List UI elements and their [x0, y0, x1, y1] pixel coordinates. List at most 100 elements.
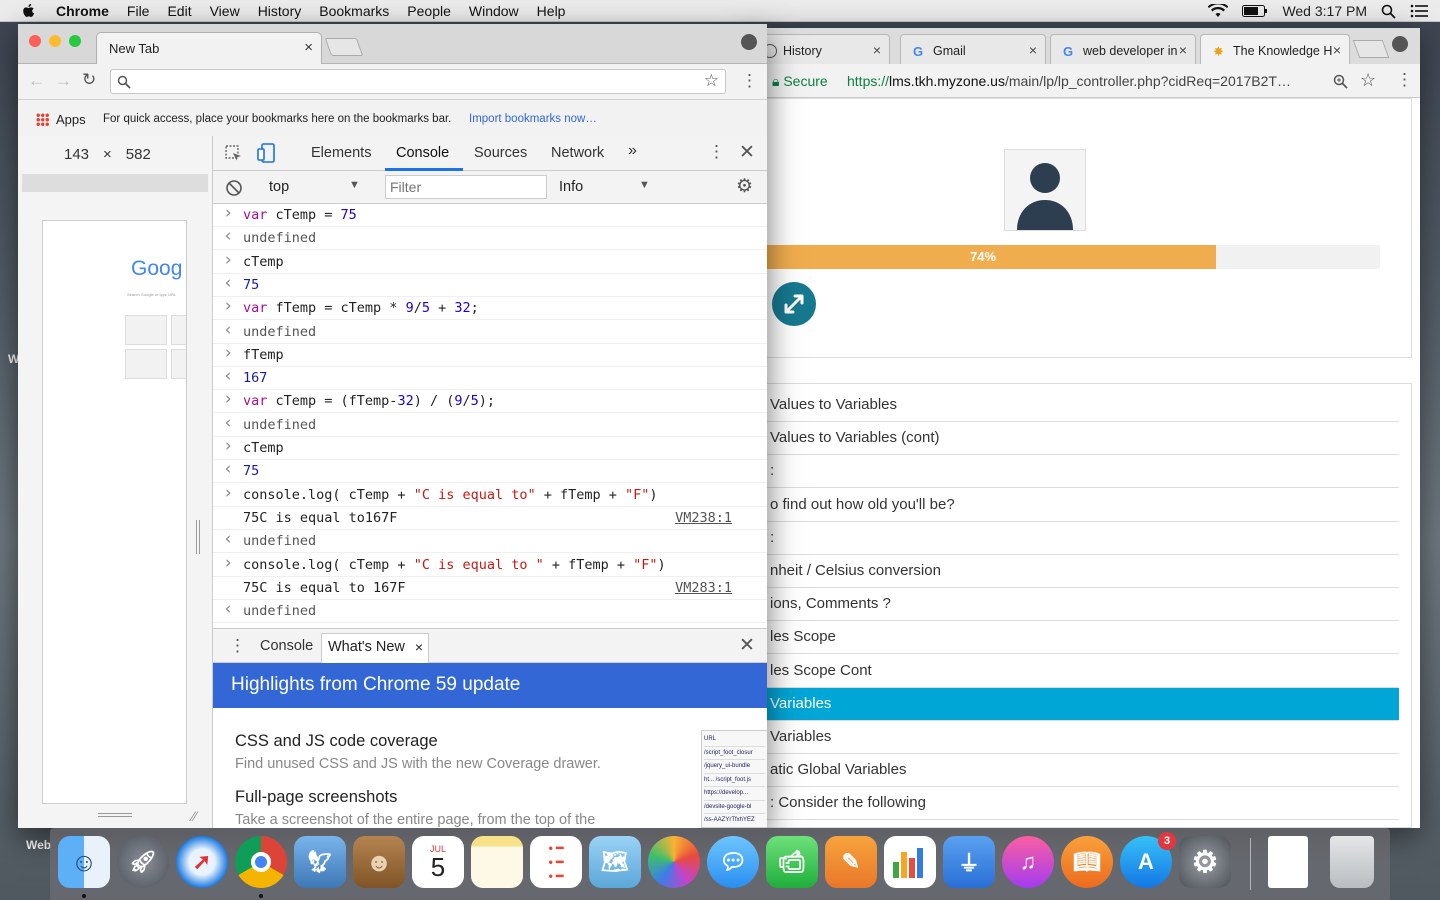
profile-icon[interactable]	[741, 34, 757, 50]
pages-icon[interactable]: ✎	[825, 836, 877, 888]
lesson-item[interactable]: nheit / Celsius conversion	[750, 555, 1399, 588]
console-settings-gear-icon[interactable]: ⚙	[736, 175, 753, 198]
close-tab-icon[interactable]: ×	[1179, 42, 1187, 58]
apps-link[interactable]: Apps	[56, 112, 86, 127]
url-field[interactable]: https://lms.tkh.myzone.us/main/lp/lp_con…	[847, 73, 1317, 89]
calendar-icon[interactable]: JUL 5	[412, 836, 464, 888]
zoom-window-button[interactable]	[69, 35, 81, 47]
chrome-menu-icon[interactable]: ⋮	[741, 71, 758, 91]
document-file-icon[interactable]	[1268, 836, 1308, 888]
inspect-element-icon[interactable]	[225, 145, 243, 163]
trash-icon[interactable]	[1330, 836, 1374, 888]
messages-bubble-icon[interactable]: 💬︎	[707, 836, 759, 888]
menu-edit[interactable]: Edit	[167, 3, 191, 19]
window-resize-grip-icon[interactable]: ⁄⁄	[192, 808, 197, 824]
lesson-item[interactable]: Values to Variables	[750, 389, 1399, 422]
menu-app-chrome[interactable]: Chrome	[56, 3, 109, 19]
new-tab-button[interactable]	[1352, 40, 1390, 58]
tab-history[interactable]: History ×	[750, 34, 890, 64]
system-preferences-gear-icon[interactable]: ⚙	[1179, 836, 1231, 888]
chrome-menu-icon[interactable]: ⋮	[1396, 70, 1413, 90]
profile-icon[interactable]	[1392, 36, 1408, 52]
expand-button[interactable]	[772, 282, 816, 326]
notification-center-icon[interactable]	[1410, 4, 1428, 18]
devtools-tab-sources[interactable]: Sources	[474, 145, 527, 161]
device-height-input[interactable]: 582	[122, 145, 155, 164]
menu-file[interactable]: File	[127, 3, 150, 19]
devtools-tab-elements[interactable]: Elements	[311, 145, 371, 161]
reminders-list-icon[interactable]: • ━ • ━ • ━	[530, 836, 582, 888]
devtools-tab-console[interactable]: Console	[396, 145, 449, 161]
apps-grid-icon[interactable]	[36, 113, 49, 126]
drawer-tab-console[interactable]: Console	[260, 638, 313, 654]
preview-icon[interactable]: 🦅︎	[294, 836, 346, 888]
menu-view[interactable]: View	[210, 3, 240, 19]
lesson-item[interactable]: les Scope Cont	[750, 655, 1399, 688]
wifi-icon[interactable]	[1208, 4, 1229, 18]
apple-icon[interactable]	[20, 3, 38, 19]
back-arrow-icon[interactable]: ←	[28, 71, 45, 91]
new-tab-button[interactable]	[324, 38, 364, 56]
bottom-resize-handle[interactable]	[98, 813, 132, 817]
minimize-window-button[interactable]	[49, 35, 61, 47]
devtools-tab-network[interactable]: Network	[551, 145, 604, 161]
close-tab-icon[interactable]: ×	[415, 639, 423, 655]
numbers-chart-icon[interactable]	[884, 836, 936, 888]
menu-history[interactable]: History	[258, 3, 302, 19]
lesson-item[interactable]: atic Global Variables	[750, 754, 1399, 788]
facetime-camera-icon[interactable]: 📹︎	[766, 836, 818, 888]
clear-console-icon[interactable]	[225, 179, 243, 197]
lesson-item[interactable]: :	[750, 522, 1399, 555]
bookmark-star-icon[interactable]: ☆	[1360, 70, 1376, 91]
tab-web-developer[interactable]: G web developer in ×	[1050, 34, 1196, 64]
drawer-menu-icon[interactable]: ⋮	[229, 636, 246, 656]
lesson-item[interactable]: : Consider the following	[750, 787, 1399, 821]
notes-icon[interactable]	[471, 836, 523, 888]
reload-icon[interactable]: ↻	[82, 70, 96, 90]
lesson-item[interactable]: Values to Variables (cont)	[750, 422, 1399, 456]
menu-bookmarks[interactable]: Bookmarks	[319, 3, 389, 19]
import-bookmarks-link[interactable]: Import bookmarks now…	[469, 113, 597, 125]
chrome-icon[interactable]	[235, 836, 287, 888]
close-tab-icon[interactable]: ×	[1333, 42, 1341, 58]
lesson-item[interactable]: les Scope	[750, 621, 1399, 655]
spotlight-search-icon[interactable]	[1381, 4, 1396, 19]
source-location-link[interactable]: VM238:1	[675, 510, 732, 526]
close-tab-icon[interactable]: ×	[304, 39, 313, 56]
battery-icon[interactable]	[1242, 5, 1268, 17]
lesson-item[interactable]: ions, Comments ?	[750, 588, 1399, 622]
resize-handle[interactable]	[196, 520, 200, 554]
omnibox[interactable]: ☆	[110, 69, 726, 94]
photos-flower-icon[interactable]	[648, 836, 700, 888]
log-level-selector[interactable]: Info ▼	[559, 179, 651, 195]
devtools-menu-icon[interactable]: ⋮	[708, 142, 725, 162]
itunes-music-icon[interactable]: ♫	[1002, 836, 1054, 888]
drawer-tab-whats-new[interactable]: What's New ×	[321, 633, 429, 664]
close-tab-icon[interactable]: ×	[873, 42, 881, 58]
menu-window[interactable]: Window	[469, 3, 519, 19]
forward-arrow-icon[interactable]: →	[55, 71, 72, 91]
close-tab-icon[interactable]: ×	[1029, 42, 1037, 58]
finder-icon[interactable]: ☺	[58, 836, 110, 888]
close-window-button[interactable]	[29, 35, 41, 47]
menubar-clock[interactable]: Wed 3:17 PM	[1282, 3, 1367, 19]
contacts-book-icon[interactable]: ☻	[353, 836, 405, 888]
bookmark-star-icon[interactable]: ☆	[704, 71, 719, 91]
lesson-item[interactable]: Variables	[750, 721, 1399, 754]
lesson-item[interactable]: Variables	[750, 687, 1399, 721]
secure-indicator[interactable]: 🔒︎ Secure	[772, 73, 828, 90]
ibooks-book-icon[interactable]: 📖︎	[1061, 836, 1113, 888]
close-devtools-icon[interactable]: ✕	[739, 141, 755, 164]
desktop-item-label[interactable]: Web	[26, 838, 51, 852]
keynote-podium-icon[interactable]: ⏚	[943, 836, 995, 888]
close-drawer-icon[interactable]: ✕	[739, 634, 755, 657]
device-toolbar-icon[interactable]	[257, 143, 277, 163]
lesson-item[interactable]: o find out how old you'll be?	[750, 489, 1399, 522]
tab-knowledge-house[interactable]: ✸ The Knowledge H ×	[1200, 34, 1350, 64]
source-location-link[interactable]: VM283:1	[675, 580, 732, 596]
context-selector[interactable]: top ▼	[269, 179, 360, 195]
menu-people[interactable]: People	[407, 3, 451, 19]
app-store-icon[interactable]: A 3	[1120, 832, 1176, 888]
photo-booth-icon[interactable]: 🗺︎	[589, 836, 641, 888]
device-preview[interactable]: Goog Search Google or type URL	[42, 220, 187, 804]
